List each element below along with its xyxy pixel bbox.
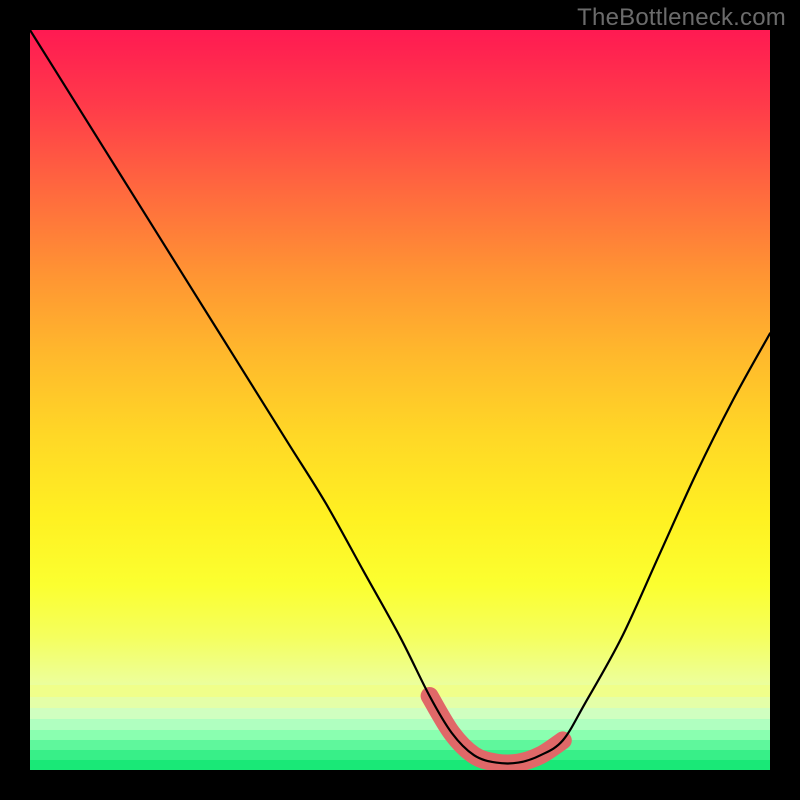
chart-frame: TheBottleneck.com bbox=[0, 0, 800, 800]
plot-area bbox=[30, 30, 770, 770]
watermark-text: TheBottleneck.com bbox=[577, 4, 786, 32]
bottleneck-curve-svg bbox=[30, 30, 770, 770]
curve-line bbox=[30, 30, 770, 764]
